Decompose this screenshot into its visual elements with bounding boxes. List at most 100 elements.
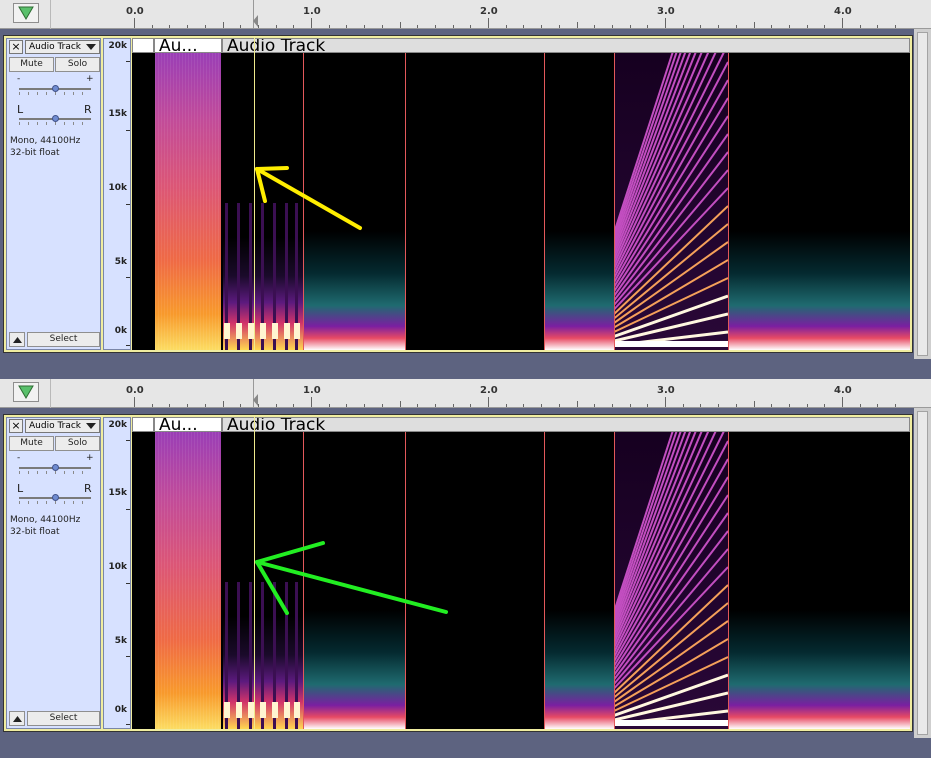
play-cursor-marker[interactable] (253, 394, 258, 406)
clip-header[interactable] (132, 38, 154, 53)
close-track-button[interactable]: × (9, 40, 23, 54)
ruler-tick (611, 25, 613, 28)
gain-slider-ticks (19, 92, 91, 95)
ruler-tick (505, 404, 507, 407)
clip-boundary (303, 53, 304, 350)
ruler-tick (452, 25, 454, 28)
clip-header[interactable]: Au... (154, 417, 222, 432)
ruler-tick (842, 18, 843, 28)
play-head-button[interactable] (13, 3, 39, 23)
track-control-panel: × Audio Track Mute Solo - + L R Mono, 44… (6, 38, 101, 350)
burst-peak (272, 323, 278, 339)
ruler-tick (452, 404, 454, 407)
ruler-tick (718, 25, 720, 28)
ruler-tick (381, 404, 383, 407)
clip-title: Audio Track (227, 38, 326, 53)
vertical-scrollbar-thumb[interactable] (917, 32, 928, 356)
close-track-button[interactable]: × (9, 419, 23, 433)
clip-header[interactable] (132, 417, 154, 432)
spectrogram-area[interactable]: Au... Audio Track (132, 38, 910, 350)
pan-slider[interactable] (19, 115, 91, 125)
vertical-scrollbar[interactable] (914, 29, 931, 359)
clip-sweep-spectrogram (614, 432, 728, 729)
clip-tone-spectrogram (728, 432, 910, 729)
track-panel-bottom: 0.0 1.0 2.0 3.0 4.0 × Audio Track Mute S… (0, 379, 931, 758)
scale-tick (126, 583, 130, 584)
frequency-label: 15k (108, 109, 127, 119)
ruler-tick (541, 404, 543, 407)
triangle-up-icon (12, 715, 22, 722)
mute-button[interactable]: Mute (9, 436, 54, 451)
clip-boundary (405, 432, 406, 729)
frequency-label: 5k (114, 636, 127, 646)
ruler-tick (647, 404, 649, 407)
mute-button[interactable]: Mute (9, 57, 54, 72)
clip-header[interactable]: Audio Track (222, 417, 910, 432)
select-track-button[interactable]: Select (27, 332, 100, 347)
track-format: Mono, 44100Hz (10, 515, 81, 525)
solo-button[interactable]: Solo (55, 436, 100, 451)
frequency-label: 20k (108, 420, 127, 430)
timeline-ruler[interactable]: 0.0 1.0 2.0 3.0 4.0 (0, 379, 931, 408)
vertical-scrollbar[interactable] (914, 408, 931, 738)
ruler-tick (788, 25, 790, 28)
frequency-label: 5k (114, 257, 127, 267)
ruler-tick (771, 25, 773, 28)
track-name-menu[interactable]: Audio Track (25, 40, 100, 54)
scale-tick (126, 277, 130, 278)
clip-title: Audio Track (227, 417, 326, 432)
ruler-tick (169, 404, 171, 407)
triangle-up-icon (12, 336, 22, 343)
spectrogram-area[interactable]: Au... Audio Track (132, 417, 910, 729)
gain-slider-thumb[interactable] (52, 85, 59, 92)
gain-slider[interactable] (19, 85, 91, 95)
clip-header[interactable]: Au... (154, 38, 222, 53)
ruler-label: 3.0 (657, 385, 675, 396)
gain-slider[interactable] (19, 464, 91, 474)
scale-tick (126, 440, 130, 441)
play-cursor-marker[interactable] (253, 15, 258, 27)
harmonic-line (614, 440, 728, 658)
ruler-tick (806, 404, 808, 407)
ruler-tick (576, 22, 578, 28)
ruler-label: 2.0 (480, 385, 498, 396)
ruler-tick (293, 25, 295, 28)
pan-slider-thumb[interactable] (52, 494, 59, 501)
ruler-label: 4.0 (834, 6, 852, 17)
triangle-down-icon (18, 385, 34, 399)
track-name-menu[interactable]: Audio Track (25, 419, 100, 433)
ruler-tick (842, 397, 843, 407)
ruler-tick (364, 25, 366, 28)
fundamental-band (614, 720, 728, 726)
gain-minus-label: - (17, 74, 21, 84)
frequency-label: 10k (108, 562, 127, 572)
select-track-button[interactable]: Select (27, 711, 100, 726)
ruler-tick (434, 25, 436, 28)
clip-header[interactable]: Audio Track (222, 38, 910, 53)
harmonic-line (614, 53, 703, 261)
ruler-tick (381, 25, 383, 28)
scale-tick (126, 509, 130, 510)
clip-boundary (544, 53, 545, 350)
audio-track[interactable]: × Audio Track Mute Solo - + L R Mono, 44… (3, 414, 913, 732)
vertical-scrollbar-thumb[interactable] (917, 411, 928, 735)
timeline-ruler[interactable]: 0.0 1.0 2.0 3.0 4.0 (0, 0, 931, 29)
clip-boundary (728, 432, 729, 729)
ruler-tick (417, 25, 419, 28)
ruler-tick (346, 25, 348, 28)
solo-button[interactable]: Solo (55, 57, 100, 72)
audio-track[interactable]: × Audio Track Mute Solo - + L R Mono, 44… (3, 35, 913, 353)
ruler-tick (328, 404, 330, 407)
pan-right-label: R (84, 103, 92, 116)
pan-slider[interactable] (19, 494, 91, 504)
ruler-tick (824, 404, 826, 407)
ruler-tick (399, 22, 401, 28)
collapse-track-button[interactable] (9, 711, 25, 726)
clip-title: Au... (159, 38, 198, 53)
clip-tone-spectrogram (544, 432, 614, 729)
gain-slider-thumb[interactable] (52, 464, 59, 471)
play-head-button[interactable] (13, 382, 39, 402)
gain-plus-label: + (86, 74, 94, 84)
pan-slider-thumb[interactable] (52, 115, 59, 122)
collapse-track-button[interactable] (9, 332, 25, 347)
